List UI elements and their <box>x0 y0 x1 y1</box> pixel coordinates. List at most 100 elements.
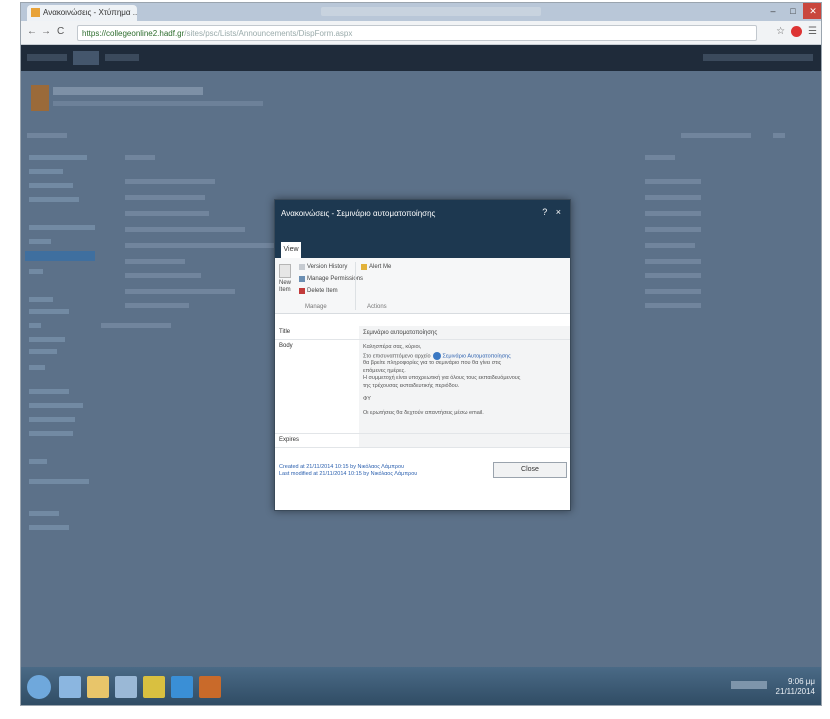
forward-button[interactable]: → <box>41 26 51 37</box>
list-row-placeholder <box>645 289 701 294</box>
list-row-placeholder <box>645 227 701 232</box>
quicklaunch-line <box>29 403 83 408</box>
dialog-help-close-icon[interactable]: ? × <box>542 207 564 217</box>
site-title-placeholder <box>53 87 203 95</box>
item-metadata: Created at 21/11/2014 10:15 by Νικόλαος … <box>279 464 417 478</box>
screen: Ανακοινώσεις - Χτύπημα ... – □ ✕ ← → C h… <box>20 2 822 706</box>
site-logo <box>31 85 49 111</box>
quicklaunch-line <box>29 309 69 314</box>
attachment-link[interactable]: Σεμινάριο Αυτοματοποίησης <box>443 353 511 359</box>
search-box-placeholder <box>681 133 751 138</box>
clock-date: 21/11/2014 <box>775 687 815 696</box>
quicklaunch-line <box>29 349 57 354</box>
quicklaunch-selected <box>25 251 95 261</box>
body-line: ΦΥ <box>363 396 371 403</box>
bookmark-star-icon[interactable]: ☆ <box>776 26 785 37</box>
quicklaunch-line <box>29 269 43 274</box>
list-row-placeholder <box>125 227 245 232</box>
suite-bar-item <box>105 54 139 61</box>
dialog-ribbon: New Item Version History Manage Permissi… <box>275 258 570 314</box>
field-value-bg <box>359 434 570 447</box>
reload-button[interactable]: C <box>57 26 64 37</box>
body-line: Οι ερωτήσεις θα δεχτούν απαντήσεις μέσω … <box>363 409 484 416</box>
quicklaunch-line <box>29 183 73 188</box>
permissions-icon <box>299 276 305 282</box>
menu-icon[interactable]: ☰ <box>808 26 817 37</box>
modified-info[interactable]: Last modified at 21/11/2014 10:15 by Νικ… <box>279 471 417 478</box>
ribbon-tab-placeholder <box>27 133 67 138</box>
quicklaunch-line <box>29 323 41 328</box>
url-path: /sites/psc/Lists/Announcements/DispForm.… <box>184 29 353 38</box>
taskbar-chrome-icon[interactable] <box>143 676 165 698</box>
body-line: Η συμμετοχή είναι υποχρεωτική για όλους … <box>363 375 521 382</box>
quicklaunch-line <box>29 431 73 436</box>
list-header-placeholder <box>645 155 675 160</box>
quicklaunch-line <box>29 337 65 342</box>
window-title-area <box>321 7 541 16</box>
quicklaunch-line <box>29 417 75 422</box>
list-row-placeholder <box>125 289 235 294</box>
system-tray-icons[interactable] <box>731 681 767 689</box>
close-button[interactable]: Close <box>493 462 567 478</box>
window-controls: – □ ✕ <box>763 3 821 19</box>
taskbar-folder-icon[interactable] <box>87 676 109 698</box>
taskbar-app2-icon[interactable] <box>199 676 221 698</box>
taskbar-app-icon[interactable] <box>115 676 137 698</box>
list-row-placeholder <box>125 179 215 184</box>
suite-bar-user <box>703 54 813 61</box>
field-label-expires: Expires <box>279 437 300 443</box>
list-row-placeholder <box>125 273 201 278</box>
browser-toolbar-icons: ☆ ☰ <box>776 26 817 37</box>
created-info[interactable]: Created at 21/11/2014 10:15 by Νικόλαος … <box>279 464 417 471</box>
history-icon <box>299 264 305 270</box>
page-icon-placeholder <box>773 133 785 138</box>
list-row-placeholder <box>645 273 701 278</box>
back-button[interactable]: ← <box>27 26 37 37</box>
quicklaunch-line <box>29 511 59 516</box>
body-line: της τρέχουσας εκπαιδευτικής περιόδου. <box>363 382 460 389</box>
alert-me-button[interactable]: Alert Me <box>361 264 391 270</box>
taskbar-ie-icon[interactable] <box>171 676 193 698</box>
quicklaunch-line <box>29 365 45 370</box>
quicklaunch-line <box>29 169 63 174</box>
body-line: θα βρείτε πληροφορίες για το σεμινάριο π… <box>363 360 502 367</box>
version-history-button[interactable]: Version History <box>299 264 347 270</box>
quicklaunch-line <box>29 389 69 394</box>
system-clock[interactable]: 9:06 μμ 21/11/2014 <box>776 677 815 697</box>
list-row-placeholder <box>645 211 701 216</box>
maximize-button[interactable]: □ <box>783 3 803 19</box>
delete-item-button[interactable]: Delete Item <box>299 288 338 294</box>
screenshot-frame: Ανακοινώσεις - Χτύπημα ... – □ ✕ ← → C h… <box>0 0 830 719</box>
list-footer-placeholder <box>101 323 171 328</box>
quicklaunch-line <box>29 239 51 244</box>
browser-tab[interactable]: Ανακοινώσεις - Χτύπημα ... <box>27 5 137 21</box>
delete-item-label: Delete Item <box>307 288 338 294</box>
list-row-placeholder <box>645 195 701 200</box>
list-row-placeholder <box>645 303 701 308</box>
new-item-button[interactable]: New Item <box>279 264 293 294</box>
start-button[interactable] <box>27 675 51 699</box>
extension-stop-icon[interactable] <box>791 26 803 37</box>
clock-time: 9:06 μμ <box>787 677 815 686</box>
taskbar-explorer-icon[interactable] <box>59 676 81 698</box>
tab-view[interactable]: View <box>281 242 301 258</box>
alert-me-label: Alert Me <box>369 264 392 270</box>
close-window-button[interactable]: ✕ <box>803 3 821 19</box>
manage-permissions-button[interactable]: Manage Permissions <box>299 276 363 282</box>
new-page-icon <box>279 264 291 278</box>
field-label-body: Body <box>279 343 293 349</box>
delete-x-icon <box>299 288 305 294</box>
url-input[interactable]: https://collegeonline2.hadf.gr/sites/psc… <box>77 25 757 41</box>
list-row-placeholder <box>645 259 701 264</box>
quicklaunch-line <box>29 297 53 302</box>
field-label-title: Title <box>279 329 291 335</box>
minimize-button[interactable]: – <box>763 3 783 19</box>
quicklaunch-line <box>29 479 89 484</box>
item-dialog: Ανακοινώσεις - Σεμινάριο αυτοματοποίησης… <box>274 199 571 511</box>
quicklaunch-line <box>29 525 69 530</box>
dialog-header: Ανακοινώσεις - Σεμινάριο αυτοματοποίησης… <box>275 200 570 258</box>
quicklaunch-line <box>29 225 95 230</box>
body-line: Καλησπέρα σας, κύριοι, <box>363 344 422 350</box>
quicklaunch-line <box>29 459 47 464</box>
version-history-label: Version History <box>307 264 348 270</box>
